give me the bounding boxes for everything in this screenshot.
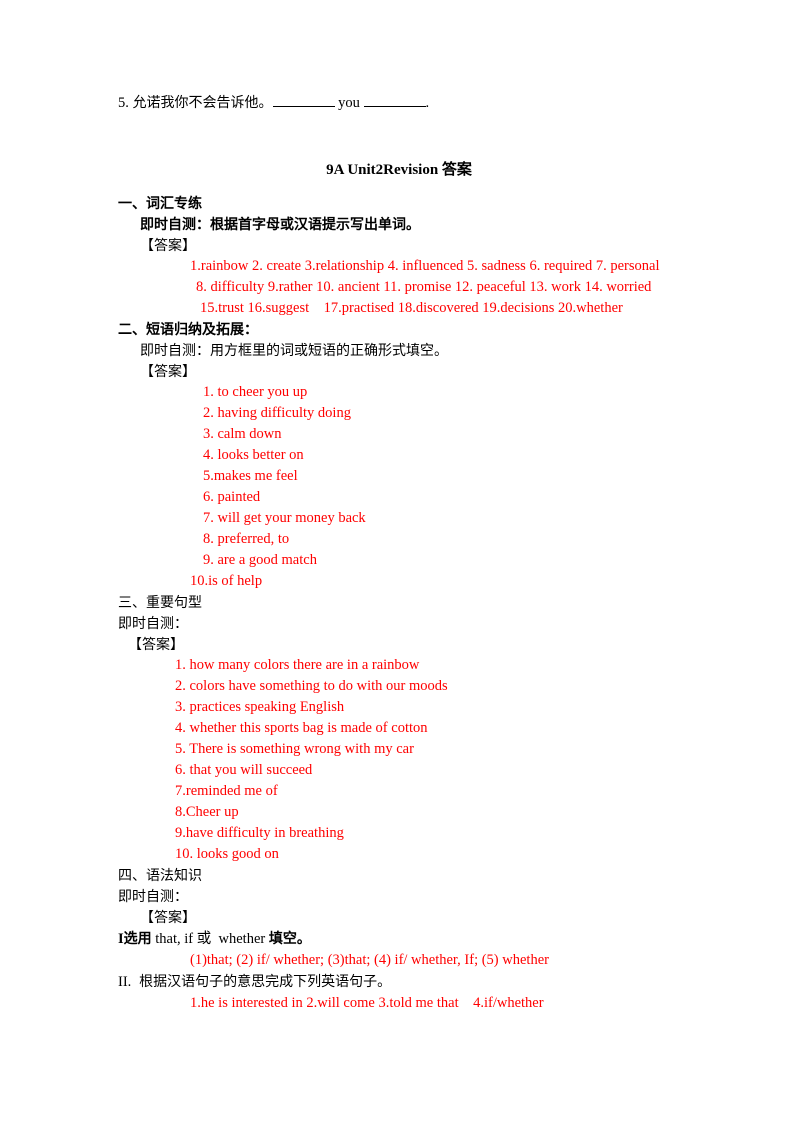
question-trailing: . <box>425 95 430 111</box>
grammar-part-2-prompt-text: 根据汉语句子的意思完成下列英语句子。 <box>139 973 392 989</box>
answer-line: 5. There is something wrong with my car <box>175 741 414 757</box>
answer-line: 1. to cheer you up <box>203 384 308 400</box>
page-title: 9A Unit2Revision 答案 <box>110 159 688 181</box>
section-vocabulary: 一、词汇专练 即时自测：根据首字母或汉语提示写出单词。 【答案】 1.rainb… <box>118 193 688 319</box>
section-1-heading: 一、词汇专练 <box>118 195 202 211</box>
question-middle-word: you <box>338 95 360 111</box>
section-grammar: 四、语法知识 即时自测： 【答案】 I选用 that, if 或 whether… <box>118 865 688 1014</box>
answer-line: 10.is of help <box>190 573 263 589</box>
answer-line: 1. how many colors there are in a rainbo… <box>175 657 420 673</box>
answer-line: 2. having difficulty doing <box>203 405 351 421</box>
answer-line: 7.reminded me of <box>175 783 278 799</box>
grammar-part-1-prompt: I选用 that, if 或 whether 填空。 <box>118 928 688 950</box>
answer-line: 2. colors have something to do with our … <box>175 678 448 694</box>
section-2-answers: 1. to cheer you up 2. having difficulty … <box>118 382 688 592</box>
section-3-answers: 1. how many colors there are in a rainbo… <box>118 655 688 865</box>
grammar-part-2-answers: 1.he is interested in 2.will come 3.told… <box>118 993 688 1014</box>
answer-line: 1.rainbow 2. create 3.relationship 4. in… <box>190 258 660 274</box>
answer-line: 6. painted <box>203 489 261 505</box>
answer-line: 5.makes me feel <box>203 468 298 484</box>
answer-blank-2 <box>363 93 426 107</box>
title-spacer <box>118 114 688 159</box>
answer-line: 6. that you will succeed <box>175 762 313 778</box>
section-2-answer-label: 【答案】 <box>140 363 196 379</box>
answer-line: 8. difficulty 9.rather 10. ancient 11. p… <box>196 279 652 295</box>
answer-line: 15.trust 16.suggest 17.practised 18.disc… <box>200 300 623 316</box>
section-phrases: 二、短语归纳及拓展： 即时自测：用方框里的词或短语的正确形式填空。 【答案】 1… <box>118 319 688 592</box>
section-1-answer-label: 【答案】 <box>140 237 196 253</box>
document-content: 5. 允诺我你不会告诉他。 you . 9A Unit2Revision 答案 … <box>118 92 688 1014</box>
grammar-part-2-prompt: II. 根据汉语句子的意思完成下列英语句子。 <box>118 971 688 993</box>
answer-line: 8. preferred, to <box>203 531 290 547</box>
answer-line: 4. looks better on <box>203 447 304 463</box>
section-3-answer-label: 【答案】 <box>128 636 184 652</box>
section-4-subheading: 即时自测： <box>118 888 188 904</box>
answer-line: 4. whether this sports bag is made of co… <box>175 720 428 736</box>
page-title-english: 9A Unit2Revision <box>326 162 439 178</box>
answer-line: 1.he is interested in 2.will come 3.told… <box>190 995 544 1011</box>
section-4-heading: 四、语法知识 <box>118 867 202 883</box>
document-page: 5. 允诺我你不会告诉他。 you . 9A Unit2Revision 答案 … <box>0 0 794 1123</box>
section-3-heading: 三、重要句型 <box>118 594 202 610</box>
section-sentence-patterns: 三、重要句型 即时自测： 【答案】 1. how many colors the… <box>118 592 688 865</box>
title-bottom-spacer <box>118 181 688 193</box>
grammar-part-2-marker: II. <box>118 974 132 990</box>
carryover-question-line: 5. 允诺我你不会告诉他。 you . <box>118 92 688 114</box>
section-2-heading: 二、短语归纳及拓展： <box>118 321 258 337</box>
section-1-answers: 1.rainbow 2. create 3.relationship 4. in… <box>118 256 688 319</box>
section-2-subheading: 即时自测：用方框里的词或短语的正确形式填空。 <box>140 342 448 358</box>
grammar-part-1-answers: (1)that; (2) if/ whether; (3)that; (4) i… <box>118 950 688 971</box>
section-1-subheading: 即时自测：根据首字母或汉语提示写出单词。 <box>140 216 420 232</box>
grammar-part-1-prompt-before: 选用 <box>123 930 152 946</box>
answer-line: 3. calm down <box>203 426 282 442</box>
answer-line: 8.Cheer up <box>175 804 239 820</box>
answer-line: 9.have difficulty in breathing <box>175 825 344 841</box>
section-4-answer-label: 【答案】 <box>140 909 196 925</box>
grammar-part-1-prompt-english: that, if 或 whether <box>155 931 266 947</box>
question-chinese: 允诺我你不会告诉他。 <box>132 94 273 110</box>
answer-blank-1 <box>272 93 335 107</box>
page-title-chinese: 答案 <box>441 161 472 178</box>
answer-line: 7. will get your money back <box>203 510 366 526</box>
answer-line: 10. looks good on <box>175 846 279 862</box>
section-3-subheading: 即时自测： <box>118 615 188 631</box>
question-number: 5. <box>118 95 129 111</box>
answer-line: 9. are a good match <box>203 552 317 568</box>
grammar-part-1-prompt-after: 填空。 <box>268 930 311 946</box>
answer-line: (1)that; (2) if/ whether; (3)that; (4) i… <box>190 952 549 968</box>
answer-line: 3. practices speaking English <box>175 699 345 715</box>
